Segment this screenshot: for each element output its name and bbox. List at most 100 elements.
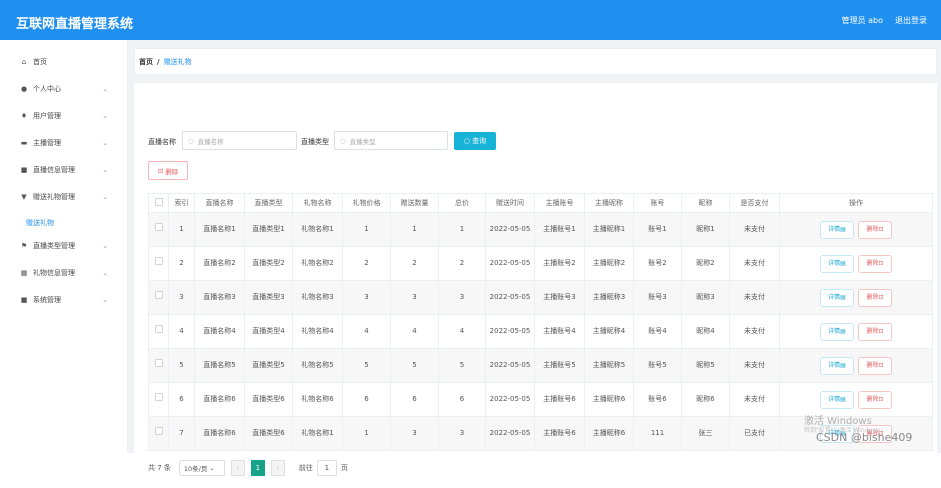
- sidebar-item-gift-info[interactable]: ▦ 礼物信息管理 ⌄: [0, 260, 128, 286]
- detail-button[interactable]: 详情 ▤: [820, 390, 854, 409]
- table-cell: 主播昵称5: [584, 348, 634, 383]
- row-actions-cell: 详情 ▤ 删除 ⊡: [779, 314, 933, 349]
- table-cell: 3: [390, 416, 439, 451]
- header-user-area: 管理员 abo 退出登录: [842, 15, 927, 26]
- row-delete-button[interactable]: 删除 ⊡: [858, 390, 892, 409]
- sidebar: ⌂ 首页 ● 个人中心 ⌄ ♦ 用户管理 ⌄ ▬ 主播管理 ⌄ ■ 直播信息管理…: [0, 40, 128, 453]
- main-area: 首页 / 赠送礼物 直播名称 ○ 直播名称 直播类型 ○ 直播类型 ○ 查询 ⊡…: [128, 40, 941, 488]
- table-cell: 1: [390, 212, 439, 247]
- next-page-button[interactable]: ›: [270, 460, 285, 476]
- column-header: 赠送时间: [485, 193, 535, 213]
- sidebar-item-live-type[interactable]: ⚑ 直播类型管理 ⌄: [0, 233, 128, 259]
- table-cell: 礼物名称6: [292, 382, 343, 417]
- detail-button-label: 详情: [828, 396, 841, 403]
- row-actions: 详情 ▤ 删除 ⊡: [780, 356, 932, 375]
- table-cell: 昵称2: [681, 246, 730, 281]
- table-header-row: 索引 直播名称 直播类型 礼物名称 礼物价格 赠送数量 总价 赠送时间 主播账号…: [148, 193, 933, 213]
- chevron-down-icon: ⌄: [102, 193, 108, 201]
- table-cell: 未支付: [729, 246, 780, 281]
- table-row: 3 直播名称3 直播类型3 礼物名称3 3 3 3 2022-05-05 主播账号3 主播昵称3 账…: [148, 280, 933, 315]
- table-cell: 主播昵称6: [584, 382, 634, 417]
- chevron-down-icon: ⌄: [102, 112, 108, 120]
- table-cell: 2: [438, 246, 486, 281]
- row-checkbox[interactable]: [154, 223, 163, 231]
- live-type-input[interactable]: ○ 直播类型: [334, 131, 448, 150]
- goto-page-input[interactable]: 1: [316, 460, 337, 476]
- detail-button[interactable]: 详情 ▤: [820, 288, 854, 307]
- row-actions-cell: 详情 ▤ 删除 ⊡: [779, 212, 933, 247]
- document-icon: ▤: [840, 294, 846, 301]
- document-icon: ▤: [840, 260, 846, 267]
- table-cell: 昵称1: [681, 212, 730, 247]
- sidebar-item-anchor[interactable]: ▬ 主播管理 ⌄: [0, 130, 128, 156]
- table-cell: 111: [633, 416, 682, 451]
- row-checkbox-cell: [148, 280, 169, 315]
- detail-button[interactable]: 详情 ▤: [820, 220, 854, 239]
- table-cell: 主播账号2: [534, 246, 585, 281]
- table-cell: 2: [168, 246, 195, 281]
- search-button[interactable]: ○ 查询: [454, 132, 496, 150]
- row-delete-button[interactable]: 删除 ⊡: [858, 254, 892, 273]
- detail-button[interactable]: 详情 ▤: [820, 356, 854, 375]
- table-cell: 3: [390, 280, 439, 315]
- sidebar-item-live-info[interactable]: ■ 直播信息管理 ⌄: [0, 157, 128, 183]
- trash-icon: ⊡: [878, 328, 884, 335]
- detail-button[interactable]: 详情 ▤: [820, 254, 854, 273]
- table-cell: 2022-05-05: [485, 416, 535, 451]
- row-checkbox[interactable]: [154, 257, 163, 265]
- select-all-checkbox[interactable]: [154, 198, 163, 206]
- batch-delete-button[interactable]: ⊡ 删除: [148, 161, 188, 180]
- table-cell: 直播类型6: [244, 416, 293, 451]
- trash-icon: ⊡: [878, 294, 884, 301]
- detail-button-label: 详情: [828, 362, 841, 369]
- row-checkbox[interactable]: [154, 359, 163, 367]
- anchor-icon: ▬: [20, 139, 28, 147]
- table-cell: 2022-05-05: [485, 314, 535, 349]
- sidebar-item-users[interactable]: ♦ 用户管理 ⌄: [0, 103, 128, 129]
- table-cell: 账号3: [633, 280, 682, 315]
- live-name-placeholder: 直播名称: [197, 137, 224, 146]
- chevron-left-icon: ‹: [236, 464, 240, 472]
- table-cell: 直播类型1: [244, 212, 293, 247]
- search-icon: ○: [463, 137, 473, 145]
- trash-icon: ⊡: [878, 226, 884, 233]
- page-number-current[interactable]: 1: [250, 460, 265, 476]
- row-delete-label: 删除: [866, 362, 879, 369]
- sidebar-item-gift[interactable]: ▼ 赠送礼物管理 ⌄: [0, 184, 128, 210]
- table-cell: 3: [438, 280, 486, 315]
- sidebar-item-home[interactable]: ⌂ 首页: [0, 49, 128, 75]
- table-cell: 主播昵称4: [584, 314, 634, 349]
- table-cell: 主播账号1: [534, 212, 585, 247]
- column-header: 赠送数量: [390, 193, 439, 213]
- table-cell: 主播昵称2: [584, 246, 634, 281]
- sidebar-item-profile[interactable]: ● 个人中心 ⌄: [0, 76, 128, 102]
- row-delete-button[interactable]: 删除 ⊡: [858, 288, 892, 307]
- row-delete-button[interactable]: 删除 ⊡: [858, 220, 892, 239]
- row-checkbox-cell: [148, 416, 169, 451]
- row-actions: 详情 ▤ 删除 ⊡: [780, 322, 932, 341]
- row-checkbox[interactable]: [154, 325, 163, 333]
- live-name-input[interactable]: ○ 直播名称: [182, 131, 297, 150]
- row-delete-button[interactable]: 删除 ⊡: [858, 322, 892, 341]
- row-checkbox[interactable]: [154, 427, 163, 435]
- column-header: 礼物名称: [292, 193, 343, 213]
- detail-button[interactable]: 详情 ▤: [820, 322, 854, 341]
- table-cell: 直播类型6: [244, 382, 293, 417]
- row-delete-label: 删除: [866, 396, 879, 403]
- table-cell: 直播名称6: [194, 416, 245, 451]
- sidebar-item-label: 个人中心: [33, 85, 61, 93]
- breadcrumb-home[interactable]: 首页: [139, 57, 153, 67]
- table-cell: 直播名称6: [194, 382, 245, 417]
- document-icon: ▤: [840, 396, 846, 403]
- table-cell: 未支付: [729, 314, 780, 349]
- prev-page-button[interactable]: ‹: [230, 460, 245, 476]
- row-checkbox[interactable]: [154, 291, 163, 299]
- sidebar-item-system[interactable]: ■ 系统管理 ⌄: [0, 287, 128, 313]
- row-delete-button[interactable]: 删除 ⊡: [858, 356, 892, 375]
- table-cell: 3: [438, 416, 486, 451]
- chevron-down-icon: ⌄: [102, 242, 108, 250]
- sidebar-subitem-gift-send[interactable]: 赠送礼物: [26, 218, 54, 228]
- logout-link[interactable]: 退出登录: [895, 15, 927, 26]
- page-size-select[interactable]: 10条/页 ⌄: [178, 460, 225, 476]
- row-checkbox[interactable]: [154, 393, 163, 401]
